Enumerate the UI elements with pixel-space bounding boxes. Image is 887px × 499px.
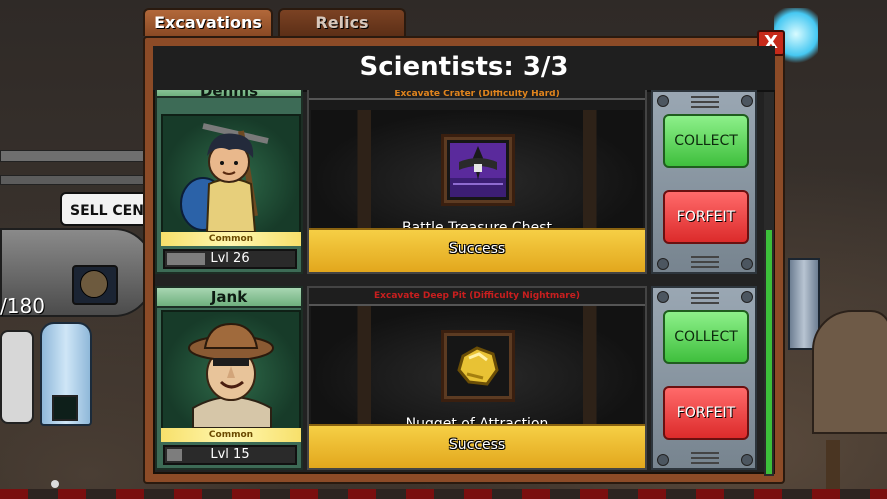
vent-grille [691, 256, 719, 258]
level-bar: Lvl 26 [163, 249, 297, 269]
item-frame[interactable] [441, 134, 515, 206]
vent-grille [691, 96, 719, 98]
level-label: Lvl 26 [210, 251, 250, 266]
panel-header: Scientists: 3/3 [153, 46, 775, 92]
scientist-name: Dennis [157, 90, 301, 98]
scientist-list[interactable]: Dennis Common Lvl 26 Excav [155, 90, 759, 476]
light-dot [51, 480, 59, 488]
scientist-row: Jank Common Lvl 15 Excavate Deep Pit (Di… [155, 286, 759, 476]
status-bar: Success [309, 228, 645, 272]
tab-relics[interactable]: Relics [278, 8, 406, 36]
collect-button[interactable]: COLLECT [663, 310, 749, 364]
status-label: Success [448, 241, 506, 257]
scientist-name: Jank [157, 288, 301, 308]
rivet [741, 95, 753, 107]
item-inner [447, 140, 509, 200]
rivet [741, 454, 753, 466]
status-bar: Success [309, 424, 645, 468]
rivet [657, 291, 669, 303]
robot-character [0, 330, 34, 424]
explorer-scientist-icon [188, 322, 274, 429]
gold-nugget-icon [457, 346, 499, 386]
rock-pile [812, 310, 887, 434]
rivet [741, 258, 753, 270]
excavation-title: Excavate Crater (Difficulty Hard) [309, 90, 645, 100]
vent-grille [691, 452, 719, 454]
mine-shaft-background: Nugget of Attraction [311, 306, 643, 432]
miner-character [80, 270, 108, 298]
capsule-screen [52, 395, 78, 421]
level-bar: Lvl 15 [163, 445, 297, 465]
collect-button[interactable]: COLLECT [663, 114, 749, 168]
capacity-counter: /180 [0, 294, 45, 318]
excavation-title: Excavate Deep Pit (Difficulty Nightmare) [309, 288, 645, 306]
rivet [741, 291, 753, 303]
action-panel: COLLECT FORFEIT [651, 90, 757, 274]
action-panel: COLLECT FORFEIT [651, 286, 757, 470]
vent-grille [691, 292, 719, 294]
miner-scientist-icon [180, 123, 269, 233]
rarity-badge: Common [161, 428, 301, 442]
excavation-slot: Excavate Crater (Difficulty Hard) Succes… [307, 90, 647, 274]
rivet [657, 95, 669, 107]
forfeit-button[interactable]: FORFEIT [663, 190, 749, 244]
excavation-slot: Excavate Deep Pit (Difficulty Nightmare)… [307, 286, 647, 470]
forfeit-button[interactable]: FORFEIT [663, 386, 749, 440]
rivet [657, 454, 669, 466]
treasure-chest-icon [450, 143, 506, 197]
scientist-card[interactable]: Jank Common Lvl 15 [155, 286, 303, 470]
scrollbar-thumb[interactable] [766, 230, 772, 474]
page-title: Scientists: 3/3 [359, 52, 569, 82]
scientist-portrait [161, 114, 301, 234]
pipe [0, 150, 152, 162]
bottom-banner [0, 489, 887, 499]
scientist-card[interactable]: Dennis Common Lvl 26 [155, 90, 303, 274]
status-label: Success [448, 437, 506, 453]
scientist-row: Dennis Common Lvl 26 Excav [155, 90, 759, 280]
tab-excavations[interactable]: Excavations [143, 8, 273, 36]
scientist-portrait [161, 310, 301, 430]
sell-center-sign[interactable]: SELL CENT [60, 192, 156, 226]
rivet [657, 258, 669, 270]
item-inner [447, 336, 509, 396]
mine-shaft-background: Battle Treasure Chest [311, 110, 643, 236]
rarity-badge: Common [161, 232, 301, 246]
level-label: Lvl 15 [210, 447, 250, 462]
item-frame[interactable] [441, 330, 515, 402]
pipe [0, 175, 152, 185]
